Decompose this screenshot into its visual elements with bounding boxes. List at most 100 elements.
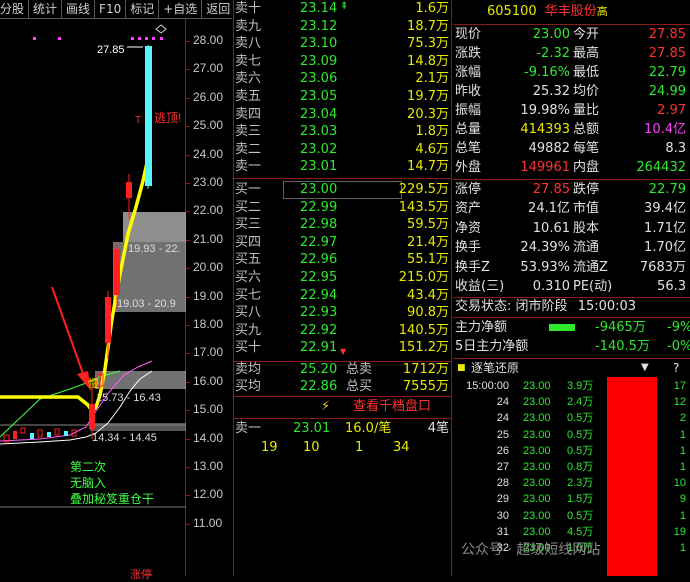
tick-row: 24 23.00 2.4万 12 [496, 396, 686, 409]
price-tick-label: 19.00 [193, 288, 224, 303]
toolbar-mark-button[interactable]: 标记 [126, 0, 160, 18]
box-label-1: 19.93 - 22. [128, 243, 181, 255]
price-tick-label: 17.00 [193, 345, 224, 360]
fund-value: 39.4亿 [644, 201, 686, 217]
price-tick-label: 12.00 [193, 487, 224, 502]
sell-level-row[interactable]: 卖八 23.10 75.3万 [233, 36, 452, 52]
sell-level-row[interactable]: 卖五 23.05 19.7万 [233, 89, 452, 105]
buy-level-row[interactable]: 买一 23.00 229.5万 [233, 182, 452, 198]
fund-value: 56.3 [657, 279, 686, 294]
price-tick-label: 24.00 [193, 146, 224, 161]
quote-label: 量比 [573, 103, 600, 118]
box-label-2: 19.03 - 20.9 [117, 298, 176, 310]
fund-value: 0.310 [532, 279, 570, 294]
quote-value: 414393 [520, 122, 570, 137]
box-label-4: 14.34 - 14.45 [92, 432, 157, 444]
escape-top-label: 逃顶! [154, 111, 182, 125]
price-tick-mark [186, 381, 190, 383]
price-tick-label: 20.00 [193, 260, 224, 275]
price-tick-mark [186, 239, 190, 241]
slow-mark: 慢 [88, 378, 99, 390]
quote-value: 149961 [520, 160, 570, 175]
toolbar-watchlist-button[interactable]: +自选 [159, 0, 203, 18]
kline-chart[interactable]: 28.00 27.00 26.00 25.00 24.00 23.00 22.00 21.00… [0, 19, 232, 581]
quote-value: 264432 [636, 160, 686, 175]
toolbar-f10-button[interactable]: F10 [95, 0, 127, 18]
price-tick-mark [186, 41, 190, 42]
buy-level-row[interactable]: 买八 22.93 90.8万 [233, 305, 452, 321]
quote-label: 涨幅 [455, 65, 482, 80]
buy-level-row[interactable]: 买六 22.95 215.0万 [233, 270, 452, 286]
quote-label: 最低 [573, 65, 600, 80]
fund-label: 跌停 [573, 182, 600, 197]
stock-name: 华丰股份 [544, 4, 597, 19]
fund-label: 净资 [455, 220, 482, 236]
toolbar-back-button[interactable]: 返回 [202, 0, 234, 18]
sell-level-row[interactable]: 卖三 23.03 1.8万 [233, 124, 452, 140]
price-tick-label: 23.00 [193, 175, 224, 189]
quote-value: -2.32 [536, 46, 570, 61]
limit-up-label: 涨停 [130, 569, 152, 581]
toolbar-draw-button[interactable]: 画线 [62, 0, 96, 18]
help-icon[interactable]: ? [673, 360, 679, 376]
quote-label: 总量 [455, 122, 482, 137]
tick-row: 15:00:00 23.00 3.9万 17 [466, 380, 686, 392]
depth-button[interactable]: ⚡ 查看千档盘口 [233, 397, 451, 417]
toolbar-stats-button[interactable]: 统计 [29, 0, 63, 18]
buy-level-row[interactable]: 买二 22.99 143.5万 [233, 200, 452, 216]
fund-value: 7683万 [639, 259, 686, 275]
sell-level-row[interactable]: 卖九 23.12 18.7万 [233, 19, 452, 35]
fund-label: 资产 [455, 201, 482, 217]
price-tick-label: 18.00 [193, 317, 224, 331]
toolbar-fengu-button[interactable]: 分股 [0, 0, 30, 18]
price-tick-mark [186, 154, 190, 156]
sell-average-value: 25.20 [300, 362, 338, 377]
quote-value: 25.32 [532, 84, 570, 99]
price-tick-mark [186, 268, 190, 270]
quote-value: 49882 [528, 141, 570, 156]
ticks-title: 逐笔还原 [471, 361, 520, 375]
quote-label: 总额 [573, 122, 600, 137]
trading-status: 交易状态: 闭市阶段 15:00:03 [455, 299, 637, 314]
buy-level-row[interactable]: 买七 22.94 43.4万 [233, 288, 452, 304]
watermark: 公众号 · 超级短线网站 [461, 542, 601, 558]
price-tick-mark [186, 467, 190, 468]
price-tick-label: 22.00 [193, 203, 224, 218]
five-day-net-flow: 5日主力净额 -140.5万 -0% [455, 339, 690, 354]
ticks-dropdown-icon[interactable]: ▼ [641, 360, 649, 376]
quote-panel: 605100 华丰股份高 现价 23.00 涨跌 -2.32 涨幅 -9.16% 昨收 25.… [453, 0, 690, 576]
queue-average: 16.0/笔 [345, 421, 392, 436]
sell-level-row[interactable]: 卖一 23.01 14.7万 [233, 159, 452, 175]
sell-level-row[interactable]: 卖二 23.02 4.6万 [233, 142, 452, 158]
price-tick-mark [186, 523, 190, 525]
sell-level-row[interactable]: 卖四 23.04 20.3万 [233, 107, 452, 123]
fund-label: 涨停 [455, 182, 482, 197]
quote-label: 今开 [573, 27, 600, 42]
sell-level-row[interactable]: 卖七 23.09 14.8万 [233, 54, 452, 70]
buy-level-row[interactable]: 买五 22.96 55.1万 [233, 252, 452, 268]
tick-row: 29 23.00 1.5万 9 [496, 493, 686, 506]
scroll-down-icon[interactable]: ▼ [340, 347, 346, 356]
queue-row: 卖一 23.01 16.0/笔 4笔 [235, 421, 449, 436]
buy-level-row[interactable]: 买三 22.98 59.5万 [233, 217, 452, 233]
note-line-3: 叠加秘笈重仓干 [70, 492, 155, 506]
sell-average-row: 卖均 25.20 总卖 1712万 [235, 362, 449, 377]
price-tick-mark [186, 325, 190, 326]
fund-value: 22.79 [648, 182, 686, 197]
sell-level-row[interactable]: 卖十 23.14 1.6万 [233, 1, 452, 17]
price-tick-mark [186, 353, 190, 355]
fund-label: 换手Z [455, 259, 490, 275]
fund-value: 1.71亿 [644, 220, 686, 236]
fund-label: 市值 [573, 201, 600, 217]
buy-level-row[interactable]: 买九 22.92 140.5万 [233, 323, 452, 339]
quote-label: 现价 [455, 27, 482, 42]
buy-average-row: 买均 22.86 总买 7555万 [235, 379, 449, 394]
range-box-4 [90, 423, 186, 431]
note-line-1: 第二次 [70, 460, 107, 474]
order-book: ⇞ 卖十 23.14 1.6万 卖九 23.12 18.7万 卖八 23.10 75.3万 卖七 2… [233, 0, 452, 576]
buy-level-row[interactable]: 买四 22.97 21.4万 [233, 235, 452, 251]
collapse-icon[interactable]: ■ [457, 360, 466, 376]
price-tick-mark [186, 410, 190, 412]
sell-level-row[interactable]: 卖六 23.06 2.1万 [233, 71, 452, 87]
tick-row: 26 23.00 0.5万 1 [496, 444, 686, 457]
